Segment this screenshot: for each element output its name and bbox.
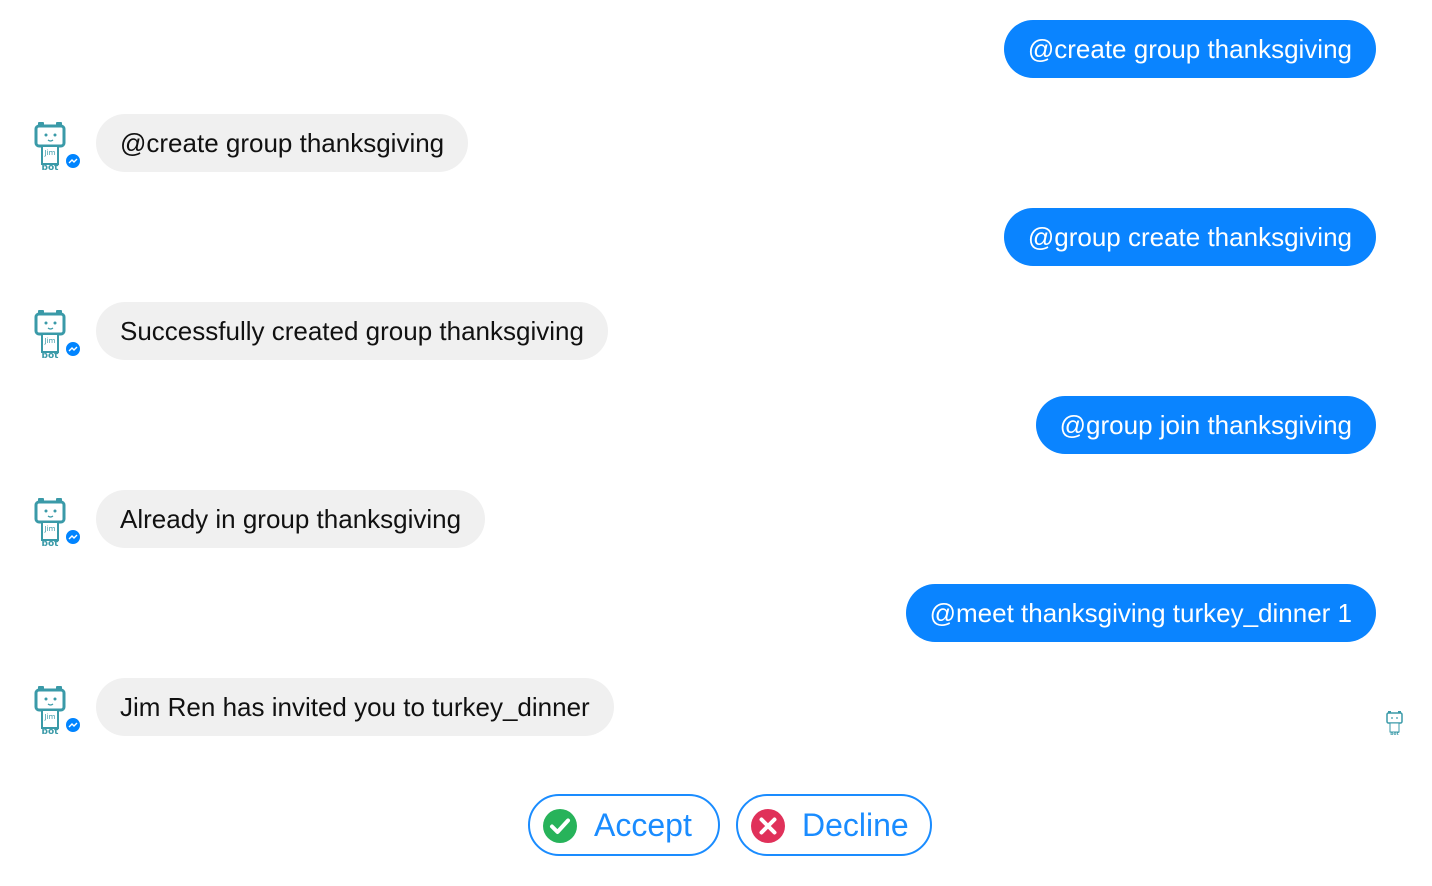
messenger-icon bbox=[64, 716, 82, 734]
messenger-icon bbox=[64, 528, 82, 546]
message-row: @create group thanksgiving bbox=[0, 20, 1432, 78]
message-row: Jim bot @create group thanksgiving bbox=[0, 114, 1432, 172]
x-circle-icon bbox=[751, 809, 785, 843]
outgoing-message-bubble[interactable]: @group create thanksgiving bbox=[1003, 208, 1376, 266]
chat-thread: @create group thanksgiving Jim bot @crea… bbox=[0, 0, 1432, 886]
outgoing-message-bubble[interactable]: @meet thanksgiving turkey_dinner 1 bbox=[905, 584, 1376, 642]
message-row: @meet thanksgiving turkey_dinner 1 bbox=[0, 584, 1432, 642]
incoming-message-bubble[interactable]: @create group thanksgiving bbox=[96, 114, 469, 172]
jimbot-robot-icon: bot bbox=[1386, 711, 1403, 737]
svg-text:Jim: Jim bbox=[44, 525, 56, 533]
accept-label: Accept bbox=[594, 807, 692, 843]
incoming-message-bubble[interactable]: Successfully created group thanksgiving bbox=[96, 302, 608, 360]
checkmark-circle-icon bbox=[543, 809, 577, 843]
messenger-icon bbox=[64, 340, 82, 358]
svg-text:bot: bot bbox=[42, 351, 60, 360]
svg-text:bot: bot bbox=[1390, 731, 1399, 736]
accept-button[interactable]: Accept bbox=[528, 794, 720, 856]
svg-text:Jim: Jim bbox=[44, 149, 56, 157]
svg-text:bot: bot bbox=[42, 163, 60, 172]
messenger-icon bbox=[64, 152, 82, 170]
read-receipt-avatar: bot bbox=[1386, 710, 1408, 737]
incoming-message-bubble[interactable]: Already in group thanksgiving bbox=[96, 490, 486, 548]
message-row: Jim bot Successfully created group thank… bbox=[0, 302, 1432, 360]
outgoing-message-bubble[interactable]: @create group thanksgiving bbox=[1003, 20, 1376, 78]
message-row: Jim bot Already in group thanksgiving bbox=[0, 490, 1432, 548]
svg-text:bot: bot bbox=[42, 727, 60, 736]
message-row: @group create thanksgiving bbox=[0, 208, 1432, 266]
decline-button[interactable]: Decline bbox=[736, 794, 932, 856]
decline-label: Decline bbox=[802, 807, 909, 843]
outgoing-message-bubble[interactable]: @group join thanksgiving bbox=[1035, 396, 1376, 454]
message-row: Jim bot Jim Ren has invited you to turke… bbox=[0, 678, 1432, 736]
incoming-message-bubble[interactable]: Jim Ren has invited you to turkey_dinner bbox=[96, 678, 614, 736]
svg-text:Jim: Jim bbox=[44, 337, 56, 345]
message-row: @group join thanksgiving bbox=[0, 396, 1432, 454]
svg-text:bot: bot bbox=[42, 539, 60, 548]
svg-text:Jim: Jim bbox=[44, 713, 56, 721]
